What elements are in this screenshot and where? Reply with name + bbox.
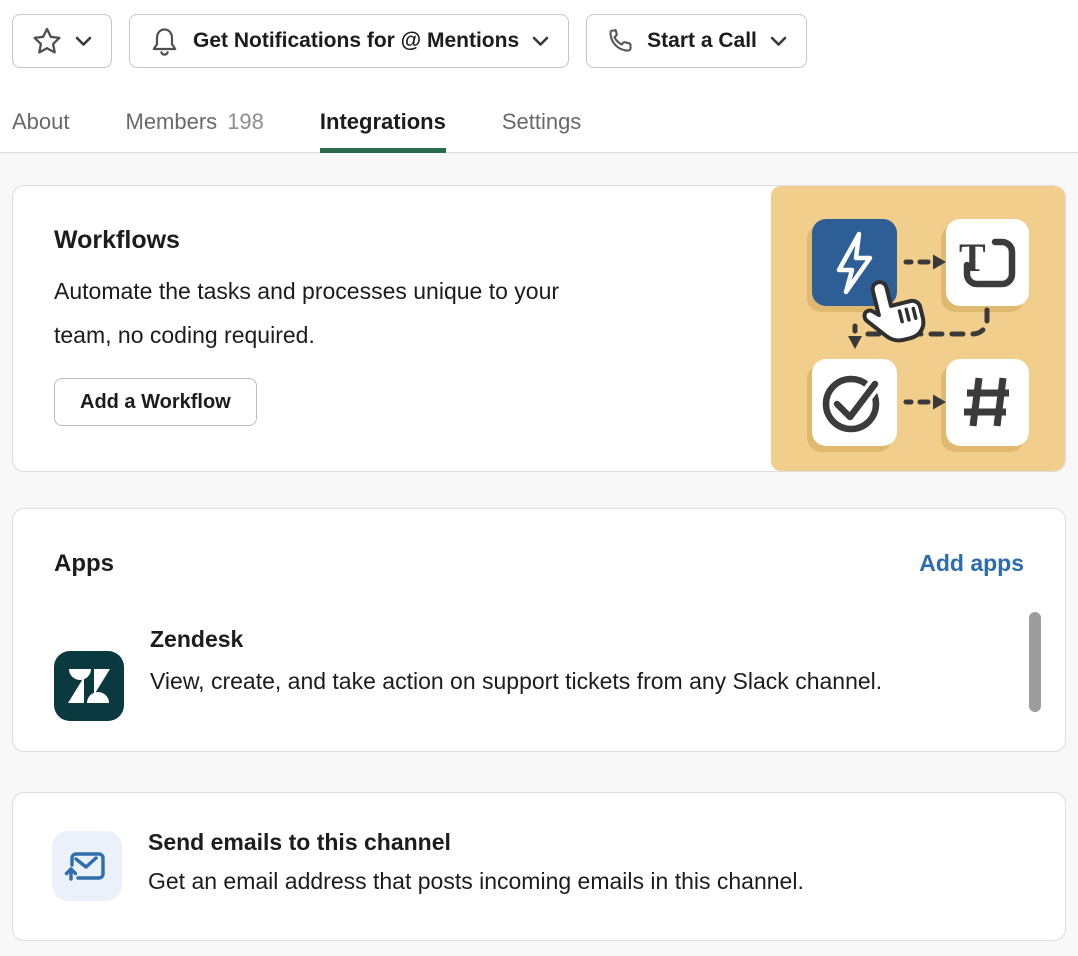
- send-emails-card[interactable]: Send emails to this channel Get an email…: [12, 792, 1066, 941]
- star-icon: [32, 26, 62, 56]
- send-emails-title: Send emails to this channel: [148, 826, 804, 858]
- app-description: View, create, and take action on support…: [150, 659, 882, 703]
- channel-header: Get Notifications for @ Mentions Start a…: [0, 0, 1078, 153]
- email-inbound-icon: [52, 831, 122, 901]
- call-button-label: Start a Call: [647, 29, 757, 53]
- apps-list: Zendesk View, create, and take action on…: [54, 623, 1024, 722]
- text-step-icon: T: [959, 235, 986, 280]
- apps-scrollbar-thumb[interactable]: [1029, 612, 1041, 712]
- chevron-down-icon: [75, 36, 92, 47]
- tab-about[interactable]: About: [12, 109, 70, 152]
- add-workflow-button[interactable]: Add a Workflow: [54, 378, 257, 426]
- workflows-card: Workflows Automate the tasks and process…: [12, 185, 1066, 472]
- chevron-down-icon: [532, 36, 549, 47]
- apps-card: Apps Add apps Zendesk View: [12, 508, 1066, 752]
- add-apps-link[interactable]: Add apps: [919, 550, 1024, 577]
- app-name: Zendesk: [150, 623, 882, 655]
- members-count: 198: [227, 109, 264, 134]
- integrations-panel: Workflows Automate the tasks and process…: [0, 153, 1078, 956]
- start-call-button[interactable]: Start a Call: [586, 14, 807, 68]
- bell-icon: [149, 26, 180, 57]
- chevron-down-icon: [770, 36, 787, 47]
- tab-members[interactable]: Members198: [126, 109, 264, 152]
- notification-button-label: Get Notifications for @ Mentions: [193, 29, 519, 53]
- app-row-zendesk[interactable]: Zendesk View, create, and take action on…: [54, 623, 1024, 721]
- workflows-illustration: T: [771, 186, 1065, 471]
- phone-icon: [606, 27, 634, 55]
- workflows-description: Automate the tasks and processes unique …: [54, 269, 614, 357]
- tab-integrations[interactable]: Integrations: [320, 109, 446, 152]
- apps-title: Apps: [54, 549, 114, 579]
- workflows-title: Workflows: [54, 224, 614, 256]
- channel-tabs: About Members198 Integrations Settings: [12, 109, 581, 152]
- zendesk-logo-icon: [54, 651, 124, 721]
- notification-preferences-button[interactable]: Get Notifications for @ Mentions: [129, 14, 569, 68]
- tab-settings[interactable]: Settings: [502, 109, 582, 152]
- channel-toolbar: Get Notifications for @ Mentions Start a…: [12, 14, 807, 68]
- star-channel-button[interactable]: [12, 14, 112, 68]
- send-emails-description: Get an email address that posts incoming…: [148, 861, 804, 901]
